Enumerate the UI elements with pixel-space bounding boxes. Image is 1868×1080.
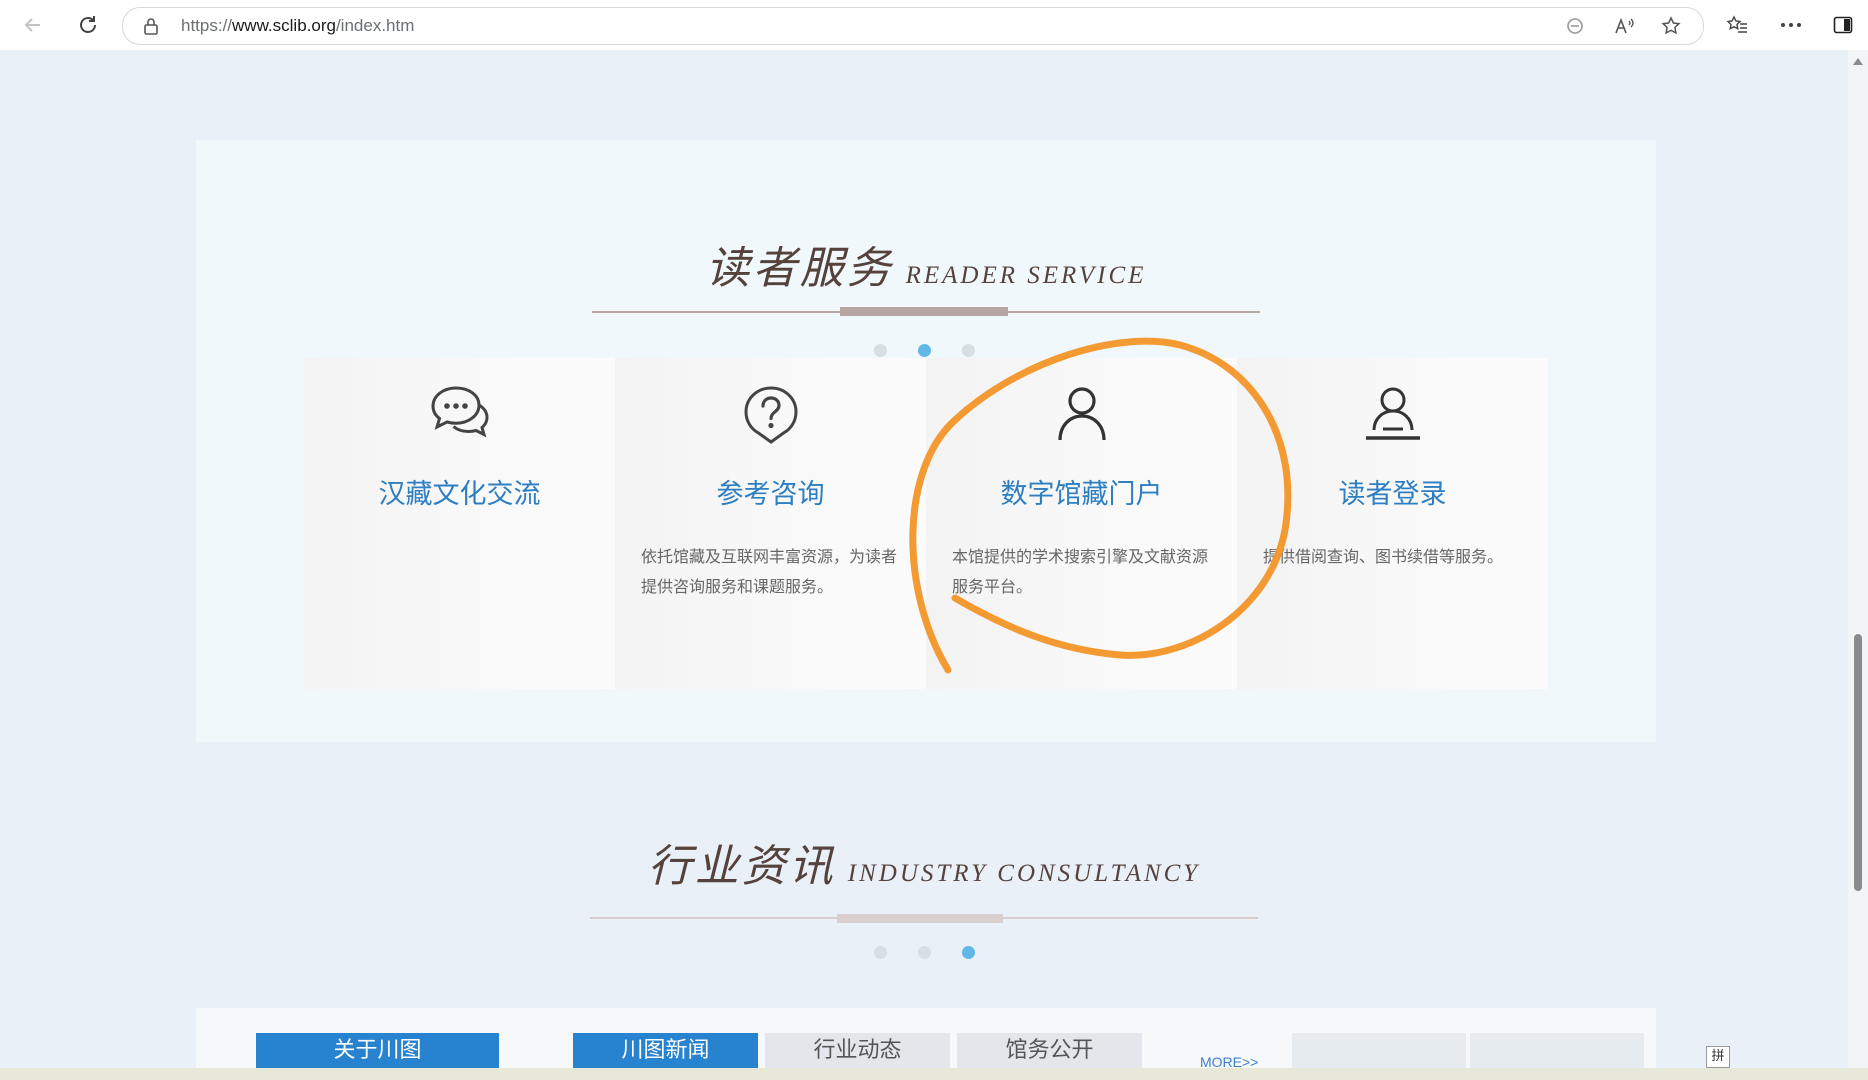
question-circle-icon (615, 384, 926, 446)
reload-button[interactable] (73, 10, 103, 40)
pager-dot-active[interactable] (962, 946, 975, 959)
browser-toolbar: https://www.sclib.org/index.htm (0, 0, 1868, 51)
service-card-description: 本馆提供的学术搜索引擎及文献资源服务平台。 (952, 547, 1209, 596)
user-icon (926, 384, 1237, 446)
service-card-title[interactable]: 汉藏文化交流 (304, 472, 615, 511)
address-bar[interactable]: https://www.sclib.org/index.htm (122, 7, 1704, 45)
tab-about[interactable]: 关于川图 (256, 1033, 499, 1068)
tab-industry-news[interactable]: 行业动态 (765, 1033, 950, 1068)
tab-library-news[interactable]: 川图新闻 (573, 1033, 758, 1068)
industry-heading: 行业资讯 INDUSTRY CONSULTANCY (0, 830, 1848, 894)
read-aloud-icon[interactable] (1613, 15, 1637, 37)
service-card-description: 提供借阅查询、图书续借等服务。 (1263, 547, 1504, 566)
pager-dot[interactable] (962, 344, 975, 357)
industry-title-en: INDUSTRY CONSULTANCY (847, 860, 1201, 887)
scroll-up-arrow-icon[interactable] (1853, 58, 1863, 65)
thumbnail-placeholder (1292, 1033, 1466, 1068)
taskbar-edge (0, 1068, 1868, 1080)
service-card-title[interactable]: 读者登录 (1237, 472, 1548, 511)
back-button[interactable] (18, 10, 48, 40)
reader-service-title-en: READER SERVICE (905, 262, 1147, 289)
thumbnail-placeholder (1470, 1033, 1644, 1068)
service-card-reader-login[interactable]: 读者登录 提供借阅查询、图书续借等服务。 (1237, 358, 1548, 689)
ime-indicator: 拼 (1706, 1046, 1730, 1068)
pager-dot[interactable] (874, 344, 887, 357)
tab-library-affairs[interactable]: 馆务公开 (957, 1033, 1142, 1068)
industry-divider-accent (837, 914, 1003, 923)
reader-service-title-cn: 读者服务 (705, 243, 894, 294)
url-text[interactable]: https://www.sclib.org/index.htm (181, 8, 414, 44)
user-login-icon (1237, 384, 1548, 446)
web-page: 读者服务 READER SERVICE 汉藏文化交流 参考咨询 依托馆藏及互联网… (0, 50, 1848, 1068)
industry-title-cn: 行业资讯 (647, 841, 836, 892)
service-card-han-tibetan[interactable]: 汉藏文化交流 (304, 358, 615, 689)
pager-dot[interactable] (918, 946, 931, 959)
service-card-digital-portal[interactable]: 数字馆藏门户 本馆提供的学术搜索引擎及文献资源服务平台。 (926, 358, 1237, 689)
more-menu-icon[interactable] (1778, 13, 1804, 37)
back-arrow-icon (24, 18, 40, 32)
reader-service-heading: 读者服务 READER SERVICE (196, 232, 1656, 296)
service-card-title[interactable]: 数字馆藏门户 (926, 472, 1237, 511)
pager-dot[interactable] (874, 946, 887, 959)
favorites-list-icon[interactable] (1724, 13, 1750, 37)
news-tabs: 关于川图 川图新闻 行业动态 馆务公开 (0, 1033, 1848, 1073)
url-scheme: https:// (181, 16, 233, 35)
industry-pager (874, 946, 975, 959)
tracking-prevention-icon[interactable] (1563, 15, 1587, 37)
service-card-title[interactable]: 参考咨询 (615, 472, 926, 511)
lock-icon (143, 17, 159, 39)
pager-dot-active[interactable] (918, 344, 931, 357)
reader-service-pager (874, 344, 975, 357)
chat-bubbles-icon (304, 384, 615, 446)
reader-service-section: 读者服务 READER SERVICE 汉藏文化交流 参考咨询 依托馆藏及互联网… (196, 140, 1656, 742)
reader-service-divider-accent (840, 307, 1008, 316)
sidebar-toggle-icon[interactable] (1830, 13, 1856, 37)
service-card-reference[interactable]: 参考咨询 依托馆藏及互联网丰富资源，为读者提供咨询服务和课题服务。 (615, 358, 926, 689)
scrollbar-thumb[interactable] (1854, 634, 1862, 891)
favorite-star-icon[interactable] (1659, 15, 1683, 37)
url-path: /index.htm (335, 16, 415, 35)
service-cards: 汉藏文化交流 参考咨询 依托馆藏及互联网丰富资源，为读者提供咨询服务和课题服务。 (304, 358, 1548, 689)
vertical-scrollbar[interactable] (1848, 50, 1868, 1068)
url-host: www.sclib.org (232, 16, 336, 35)
reload-icon (80, 16, 96, 33)
service-card-description: 依托馆藏及互联网丰富资源，为读者提供咨询服务和课题服务。 (641, 547, 898, 596)
